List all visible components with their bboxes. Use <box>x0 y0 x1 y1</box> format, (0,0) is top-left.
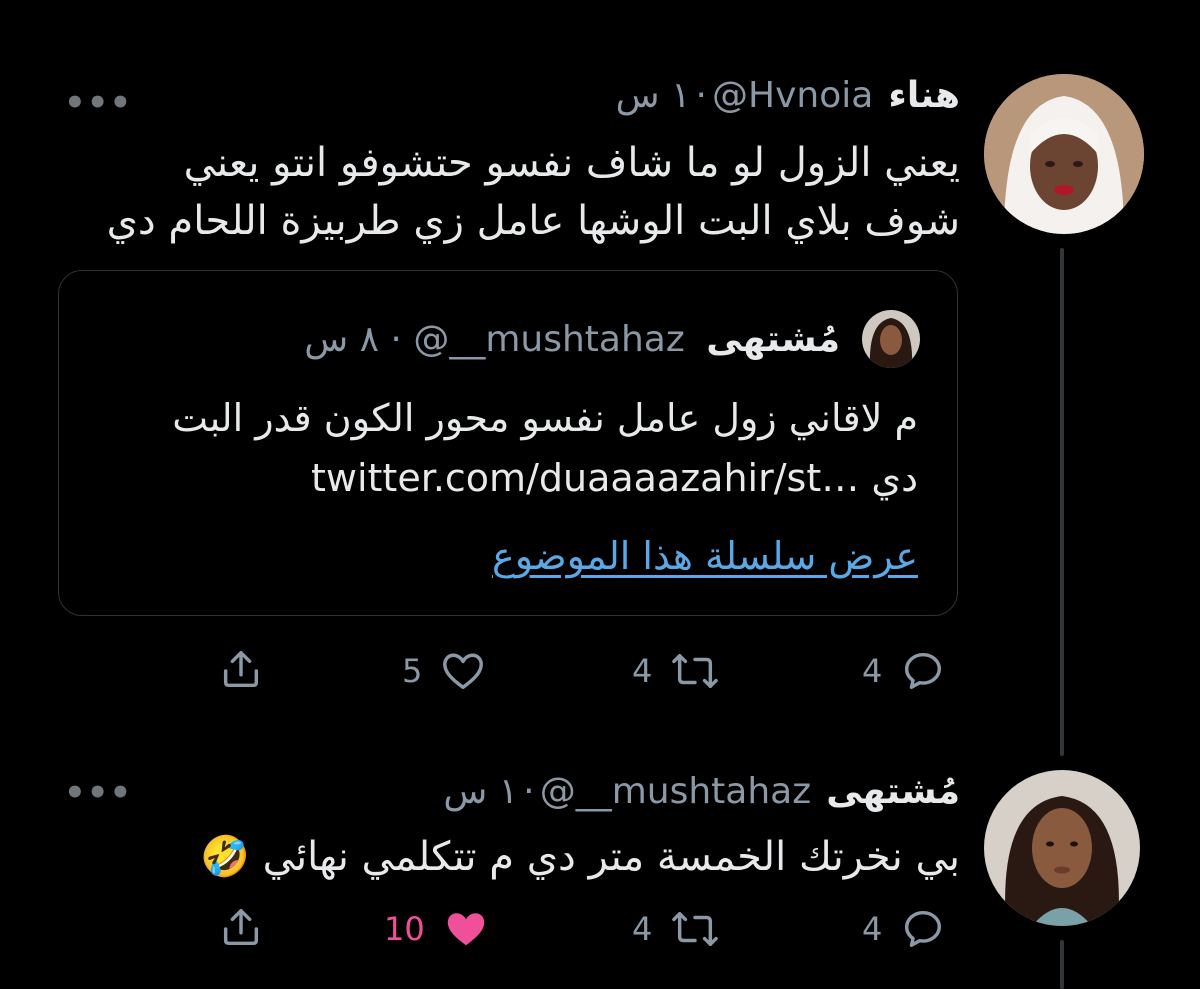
quoted-avatar[interactable] <box>862 310 920 368</box>
like-filled-icon <box>447 913 484 946</box>
avatar-image <box>984 770 1140 926</box>
tweet-text-line-2: شوف بلاي البت الوشها عامل زي طربيزة اللح… <box>106 198 960 244</box>
display-name[interactable]: مُشتهى <box>826 771 960 812</box>
quoted-avatar-image <box>862 310 920 368</box>
more-icon: ••• <box>64 773 133 813</box>
username[interactable]: @__mushtahaz <box>540 771 811 812</box>
timestamp[interactable]: ١ س <box>443 771 518 812</box>
quoted-display-name: مُشتهى <box>706 319 840 360</box>
retweet-icon <box>672 653 719 689</box>
share-button[interactable] <box>218 904 264 950</box>
thread-line-1 <box>1060 248 1064 756</box>
share-button[interactable] <box>218 646 264 692</box>
share-icon <box>223 908 259 946</box>
tweet-text-line-1: يعني الزول لو ما شاف نفسو حتشوفو انتو يع… <box>183 140 960 186</box>
share-icon <box>223 650 259 688</box>
tweet-text: يعني الزول لو ما شاف نفسو حتشوفو انتو يع… <box>60 134 960 250</box>
like-button[interactable]: 5 <box>402 648 486 694</box>
avatar-image <box>984 74 1144 234</box>
quoted-text-line-1: م لاقاني زول عامل نفسو محور الكون قدر ال… <box>172 396 918 440</box>
tweet-header: هناء @Hvnoia · ١ س <box>616 78 960 114</box>
quoted-header: مُشتهى @__mushtahaz · ٨ س <box>304 322 840 358</box>
thread-line-2 <box>1060 940 1064 989</box>
quoted-text-word: دي <box>871 456 918 500</box>
quoted-username: @__mushtahaz <box>413 319 685 360</box>
retweet-count: 4 <box>632 652 653 690</box>
separator: · <box>695 75 707 116</box>
like-button[interactable]: 10 <box>384 906 489 952</box>
reply-button[interactable]: 4 <box>862 906 946 952</box>
username[interactable]: @Hvnoia <box>712 75 873 116</box>
tweet-header: مُشتهى @__mushtahaz · ١ س <box>443 774 960 810</box>
reply-count: 4 <box>862 652 883 690</box>
quoted-timestamp: ٨ س <box>304 319 379 360</box>
display-name[interactable]: هناء <box>888 75 960 116</box>
retweet-button[interactable]: 4 <box>632 906 720 952</box>
avatar-hanaa[interactable] <box>984 74 1144 234</box>
quoted-text: م لاقاني زول عامل نفسو محور الكون قدر ال… <box>98 388 918 508</box>
more-options-button[interactable]: ••• <box>64 86 132 120</box>
avatar-mushtahaz[interactable] <box>984 770 1140 926</box>
like-icon <box>443 653 484 690</box>
reply-icon <box>905 910 942 948</box>
retweet-button[interactable]: 4 <box>632 648 720 694</box>
reply-count: 4 <box>862 910 883 948</box>
show-thread-link[interactable]: عرض سلسلة هذا الموضوع <box>492 534 918 578</box>
separator: · <box>523 771 535 812</box>
more-options-button[interactable]: ••• <box>64 776 132 810</box>
retweet-count: 4 <box>632 910 653 948</box>
quoted-separator: · <box>390 319 402 360</box>
reply-icon <box>905 652 942 690</box>
retweet-icon <box>672 911 719 947</box>
quoted-link[interactable]: twitter.com/duaaaazahir/st… <box>311 456 859 500</box>
tweet-text: بي نخرتك الخمسة متر دي م تتكلمي نهائي 🤣 <box>200 834 960 880</box>
like-count: 5 <box>402 652 423 690</box>
like-count: 10 <box>384 910 425 948</box>
timestamp[interactable]: ١ س <box>616 75 691 116</box>
reply-button[interactable]: 4 <box>862 648 946 694</box>
more-icon: ••• <box>64 83 133 123</box>
quoted-text-line-2: دي twitter.com/duaaaazahir/st… <box>98 448 918 508</box>
